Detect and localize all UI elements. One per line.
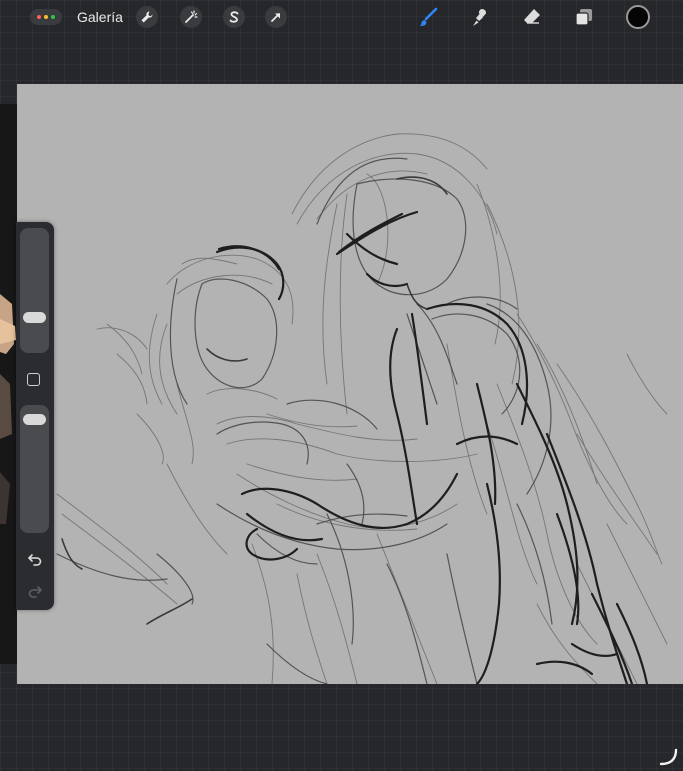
wrench-icon[interactable]: [136, 6, 158, 28]
brush-icon[interactable]: [416, 5, 440, 29]
magic-wand-icon[interactable]: [180, 6, 202, 28]
brush-size-slider[interactable]: [20, 228, 49, 353]
red-dot-icon: [37, 15, 41, 19]
opacity-thumb[interactable]: [23, 413, 46, 425]
pencil-sketch: [56, 133, 668, 684]
quick-menu-corner-icon[interactable]: [659, 748, 679, 766]
drawing-canvas[interactable]: [17, 84, 683, 684]
yellow-dot-icon: [44, 15, 48, 19]
redo-icon[interactable]: [24, 581, 46, 601]
brush-size-thumb[interactable]: [23, 312, 46, 323]
opacity-slider[interactable]: [20, 405, 49, 533]
color-picker-button[interactable]: [626, 5, 650, 29]
transform-arrow-icon[interactable]: [265, 6, 287, 28]
green-dot-icon: [51, 15, 55, 19]
layers-icon[interactable]: [572, 5, 596, 29]
brush-sidebar: [16, 222, 54, 610]
gallery-button[interactable]: Galería: [77, 8, 123, 26]
more-options-button[interactable]: [30, 9, 62, 25]
undo-icon[interactable]: [24, 549, 46, 569]
smudge-icon[interactable]: [468, 5, 492, 29]
eraser-icon[interactable]: [520, 5, 544, 29]
square-modifier-icon[interactable]: [27, 373, 40, 386]
selection-icon[interactable]: [223, 6, 245, 28]
side-app-preview: [0, 104, 17, 664]
top-toolbar: Galería: [0, 0, 683, 34]
